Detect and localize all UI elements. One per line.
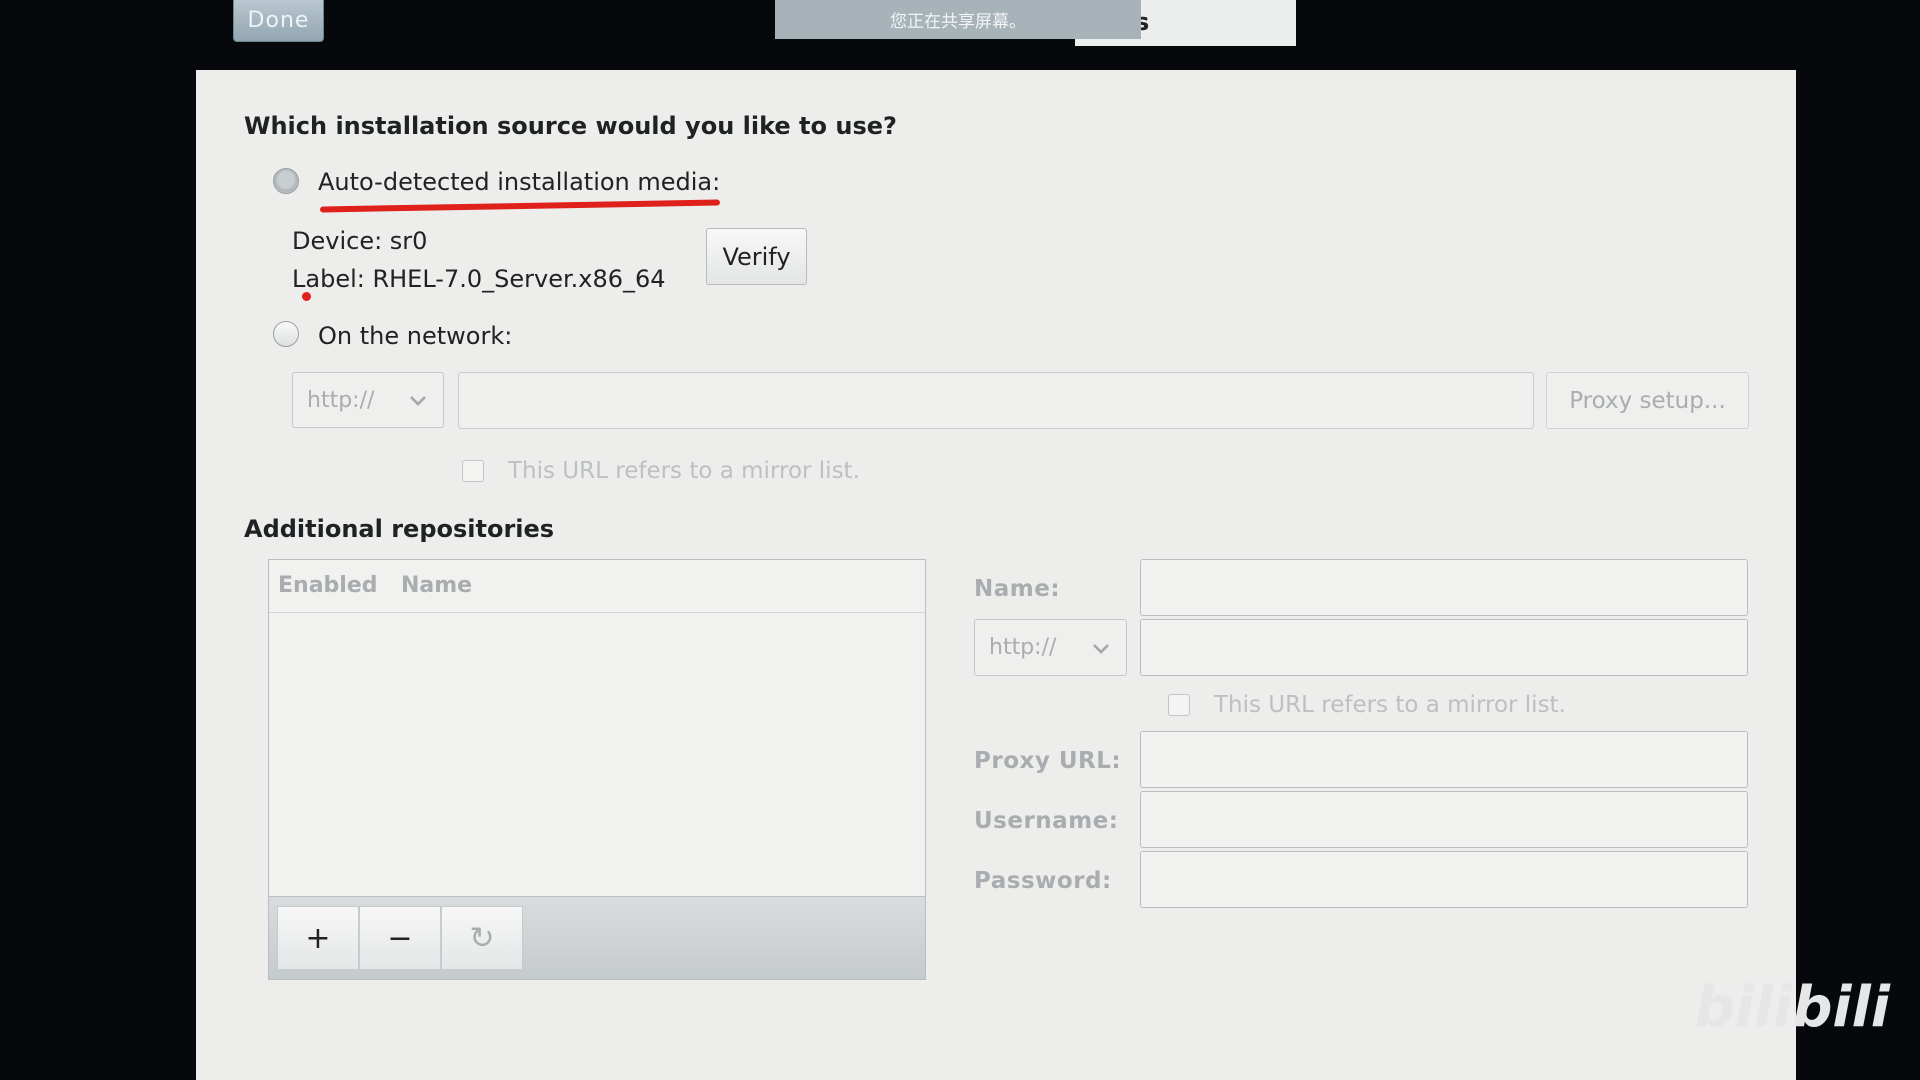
proxy-url-input[interactable] (1140, 731, 1748, 788)
screen-share-banner: 您正在共享屏幕。 (775, 0, 1141, 39)
chevron-down-icon (1093, 643, 1109, 654)
done-button[interactable]: Done (233, 0, 324, 42)
repo-name-input[interactable] (1140, 559, 1748, 616)
media-label-text: Label: RHEL-7.0_Server.x86_64 (292, 265, 666, 293)
red-annotation-dot (302, 292, 311, 301)
chevron-down-icon (410, 396, 426, 406)
network-radio[interactable] (273, 321, 299, 347)
repo-toolbar: + − ↻ (269, 896, 925, 979)
auto-detected-label: Auto-detected installation media: (318, 168, 721, 196)
network-label: On the network: (318, 322, 513, 350)
password-input[interactable] (1140, 851, 1748, 908)
repo-name-label: Name: (974, 576, 1061, 602)
column-enabled[interactable]: Enabled (278, 573, 378, 598)
column-name[interactable]: Name (401, 573, 472, 598)
refresh-repo-button[interactable]: ↻ (441, 906, 523, 970)
password-label: Password: (974, 868, 1112, 894)
repo-url-input[interactable] (1140, 619, 1748, 676)
remove-repo-button[interactable]: − (359, 906, 441, 970)
username-input[interactable] (1140, 791, 1748, 848)
add-repo-button[interactable]: + (277, 906, 359, 970)
bilibili-watermark: bilibili (1694, 975, 1890, 1040)
repo-mirror-label: This URL refers to a mirror list. (1214, 692, 1566, 718)
device-text: Device: sr0 (292, 227, 428, 255)
repo-protocol-value: http:// (989, 635, 1057, 660)
mirror-list-checkbox[interactable] (462, 460, 484, 482)
mirror-list-label: This URL refers to a mirror list. (508, 458, 860, 484)
protocol-value: http:// (307, 387, 375, 413)
network-url-input[interactable] (458, 372, 1534, 429)
source-question-heading: Which installation source would you like… (244, 112, 897, 140)
repo-mirror-checkbox[interactable] (1168, 694, 1190, 716)
protocol-dropdown[interactable]: http:// (292, 372, 444, 428)
repo-list-header: Enabled Name (269, 560, 925, 613)
additional-repos-heading: Additional repositories (244, 515, 555, 543)
verify-button[interactable]: Verify (706, 228, 807, 285)
repo-protocol-dropdown[interactable]: http:// (974, 619, 1127, 676)
auto-detected-radio[interactable] (273, 168, 299, 194)
red-annotation-underline (319, 199, 721, 213)
installation-source-panel: Which installation source would you like… (196, 70, 1796, 1080)
username-label: Username: (974, 808, 1119, 834)
repo-list[interactable]: Enabled Name + − ↻ (268, 559, 926, 980)
proxy-url-label: Proxy URL: (974, 748, 1122, 774)
proxy-setup-button[interactable]: Proxy setup... (1546, 372, 1749, 429)
